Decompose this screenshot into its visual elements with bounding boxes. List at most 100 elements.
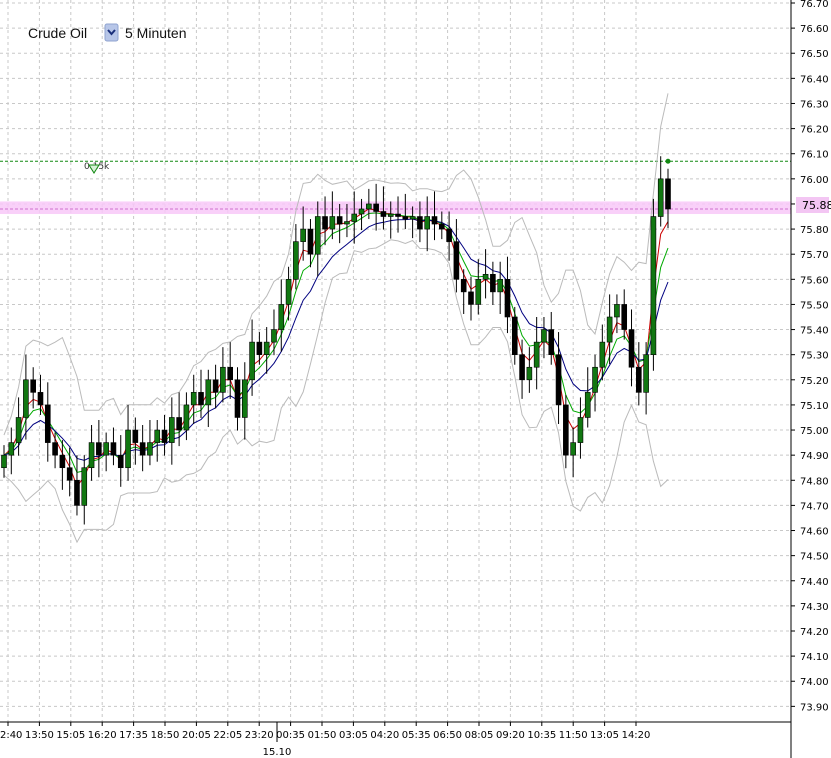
resistance-zone	[0, 201, 791, 215]
y-tick-label: 74.50	[800, 552, 829, 563]
y-tick-label: 75.80	[800, 225, 829, 236]
timeframe-label: 5 Minuten	[125, 25, 186, 41]
candle-body	[293, 241, 299, 280]
candle-body	[497, 279, 503, 293]
candle-body	[15, 417, 22, 443]
candle-body	[59, 454, 66, 469]
candle-body	[23, 379, 29, 418]
y-tick-label: 74.70	[800, 501, 829, 512]
x-tick-label: 16:20	[88, 730, 117, 741]
candle-body	[563, 404, 569, 456]
x-tick-label: 12:40	[0, 730, 22, 741]
candle-body	[307, 228, 314, 255]
y-tick-label: 74.90	[800, 451, 829, 462]
price-levels	[0, 158, 791, 215]
candle-body	[511, 316, 518, 355]
chart-window: 76.70 76.60 76.50 76.40 76.30 76.20 76.10 76.00…	[0, 0, 831, 758]
candle-body	[402, 216, 409, 220]
y-tick-label: 74.80	[800, 476, 829, 487]
y-tick-label: 76.50	[800, 49, 829, 60]
y-tick-label: 76.20	[800, 125, 829, 136]
candle-body	[453, 241, 460, 280]
candle-body	[599, 341, 606, 368]
candle-body	[227, 366, 233, 381]
candle-body	[103, 442, 109, 456]
candle-body	[220, 366, 226, 393]
candle-body	[263, 341, 270, 355]
x-tick-label: 15:05	[56, 730, 85, 741]
x-tick-label: 17:35	[119, 730, 148, 741]
candle-body	[37, 392, 44, 406]
y-tick-label: 76.40	[800, 74, 829, 85]
candle-body	[110, 442, 117, 456]
x-tick-label: 09:20	[496, 730, 525, 741]
candle-body	[621, 304, 628, 330]
candle-body	[183, 404, 190, 431]
candle-body	[387, 213, 394, 217]
candle-body	[519, 354, 525, 381]
candle-body	[30, 379, 36, 393]
x-tick-label: 00:35	[276, 730, 305, 741]
candle-body	[314, 216, 321, 255]
candle-body	[212, 379, 219, 393]
x-tick-label: 10:35	[527, 730, 556, 741]
candle-body	[358, 208, 365, 215]
y-tick-label: 76.60	[800, 24, 829, 35]
candle-body	[577, 417, 584, 443]
candle-body	[541, 329, 547, 343]
y-tick-label: 76.30	[800, 99, 829, 110]
axes: 76.70 76.60 76.50 76.40 76.30 76.20 76.10 76.00…	[0, 0, 829, 758]
x-tick-label: 18:50	[151, 730, 180, 741]
candle-body	[66, 467, 73, 481]
candle-body	[636, 366, 642, 393]
current-price-box: 75.88	[796, 197, 831, 213]
x-tick-label: 13:05	[590, 730, 619, 741]
candle-body	[96, 442, 102, 456]
x-tick-label: 08:05	[465, 730, 494, 741]
candle-body	[373, 203, 379, 212]
candle-body	[139, 442, 146, 456]
x-tick-label: 04:20	[370, 730, 399, 741]
alert-dot	[665, 158, 671, 164]
candle-body	[285, 279, 292, 305]
x-tick-label: 06:50	[433, 730, 462, 741]
y-tick-label: 74.20	[800, 627, 829, 638]
band-lower	[3, 239, 669, 544]
candle-body	[241, 379, 248, 418]
timeframe-dropdown[interactable]	[104, 23, 119, 42]
candle-body	[147, 442, 153, 456]
candle-body	[548, 329, 555, 355]
chart-header: Crude Oil 5 Minuten	[28, 23, 186, 42]
candle-body	[344, 221, 350, 225]
y-tick-label: 73.90	[800, 702, 829, 713]
x-tick-label: 05:35	[402, 730, 431, 741]
candle-body	[300, 228, 306, 242]
y-tick-label: 76.00	[800, 175, 829, 186]
candle-body	[395, 213, 401, 217]
candle-body	[176, 417, 182, 431]
candle-body	[446, 228, 452, 242]
candle-body	[125, 429, 131, 469]
x-tick-label: 20:05	[182, 730, 211, 741]
y-tick-label: 74.10	[800, 652, 829, 663]
candle-body	[431, 216, 438, 225]
date-label: 15.10	[263, 747, 292, 758]
candle-body	[117, 454, 124, 469]
candle-body	[490, 273, 496, 293]
candle-body	[614, 304, 620, 318]
candle-body	[154, 429, 161, 443]
grid	[0, 0, 791, 722]
candle-body	[533, 341, 540, 368]
candle-body	[409, 216, 416, 220]
candle-body	[52, 442, 58, 456]
x-tick-label: 13:50	[25, 730, 54, 741]
candle-body	[8, 442, 15, 456]
y-tick-label: 75.10	[800, 401, 829, 412]
candle-body	[482, 273, 489, 280]
band-upper	[3, 93, 669, 436]
current-price-label: 75.88	[802, 199, 831, 212]
price-chart[interactable]: 76.70 76.60 76.50 76.40 76.30 76.20 76.10 76.00…	[0, 0, 831, 758]
x-tick-label: 23:20	[245, 730, 274, 741]
x-tick-label: 01:50	[308, 730, 337, 741]
candle-body	[1, 454, 7, 469]
